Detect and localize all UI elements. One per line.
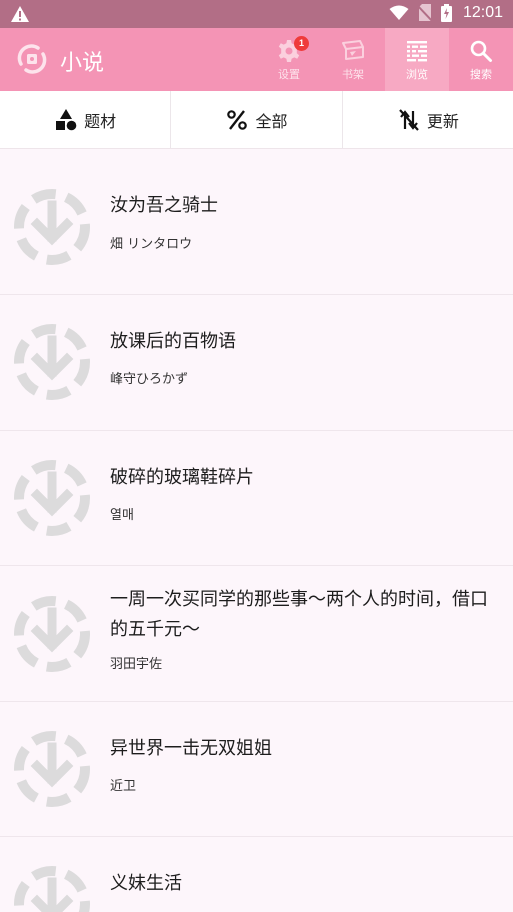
browse-grid-icon [407,41,427,62]
bookshelf-label: 书架 [342,68,364,81]
novel-title: 异世界一击无双姐姐 [110,738,272,759]
app-bar: 小说 1 设置 书架 浏览 搜索 [0,28,513,91]
status-bar: 12:01 [0,0,513,28]
novel-title: 义妹生活 [110,873,182,894]
warning-icon [11,6,29,22]
clock: 12:01 [462,4,503,21]
sort-icon [398,108,419,131]
settings-button[interactable]: 1 设置 [257,28,321,91]
settings-badge: 1 [294,36,309,51]
novel-title: 破碎的玻璃鞋碎片 [110,467,254,488]
novel-title: 一周一次买同学的那些事～两个人的时间，借口的五千元～ [110,589,488,640]
download-placeholder-icon [14,866,90,912]
novel-item[interactable]: 放课后的百物语 峰守ひろかず [0,295,513,431]
novel-author: 峰守ひろかず [110,372,189,387]
novel-title: 放课后的百物语 [110,331,236,352]
app-bar-actions: 1 设置 书架 浏览 搜索 [257,28,513,91]
search-icon [470,40,492,62]
search-button[interactable]: 搜索 [449,28,513,91]
novel-list: 汝为吾之骑士 畑 リンタロウ 放课后的百物语 峰守ひろかず 破碎的玻璃鞋碎片 열… [0,160,513,912]
bookshelf-icon [342,40,364,60]
novel-author: 畑 リンタロウ [110,237,193,252]
filter-genre-button[interactable]: 题材 [0,91,172,148]
filter-all-label: 全部 [255,111,288,131]
filter-all-button[interactable]: 全部 [171,91,343,148]
download-placeholder-icon [14,731,90,807]
download-placeholder-icon [14,460,90,536]
settings-label: 设置 [278,68,300,81]
browse-label: 浏览 [406,68,428,81]
novel-author: 羽田宇佐 [110,657,163,672]
filter-bar: 题材 全部 更新 [0,91,513,149]
wifi-icon [389,5,409,20]
app-title: 小说 [60,51,105,76]
sim-off-icon [417,4,432,22]
app-logo-icon [17,44,47,74]
novel-author: 近卫 [110,779,137,794]
percent-icon [227,109,248,130]
novel-item[interactable]: 一周一次买同学的那些事～两个人的时间，借口的五千元～ 羽田宇佐 [0,566,513,702]
download-placeholder-icon [14,324,90,400]
download-placeholder-icon [14,189,90,265]
novel-item[interactable]: 异世界一击无双姐姐 近卫 [0,702,513,837]
filter-update-label: 更新 [426,111,459,131]
novel-item[interactable]: 破碎的玻璃鞋碎片 열매 [0,431,513,566]
filter-genre-label: 题材 [84,111,117,131]
filter-update-button[interactable]: 更新 [343,91,513,148]
novel-title: 汝为吾之骑士 [110,195,218,216]
novel-item[interactable]: 汝为吾之骑士 畑 リンタロウ [0,160,513,295]
search-label: 搜索 [470,68,492,81]
battery-charging-icon [440,4,452,22]
browse-button[interactable]: 浏览 [385,28,449,91]
novel-author: 열매 [110,508,134,523]
novel-item[interactable]: 义妹生活 [0,837,513,912]
bookshelf-button[interactable]: 书架 [321,28,385,91]
download-placeholder-icon [14,596,90,672]
shapes-icon [56,108,77,130]
